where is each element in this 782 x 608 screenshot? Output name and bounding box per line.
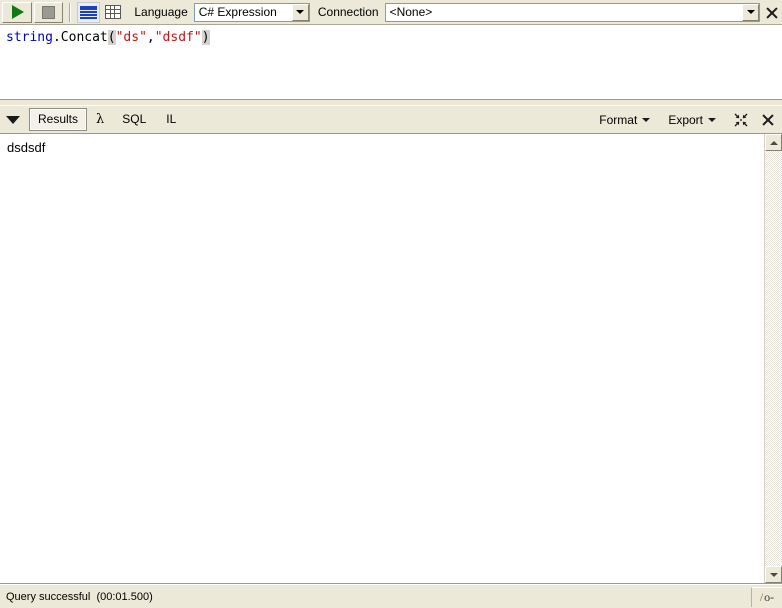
status-message: Query successful (00:01.500) [6,590,153,603]
play-icon [11,5,24,19]
close-results-button[interactable] [756,109,778,131]
code-editor[interactable]: string.Concat("ds","dsdf") [0,25,782,99]
code-string-1: "ds" [115,30,147,45]
chevron-down-icon [708,117,716,122]
code-keyword: string [6,30,53,45]
code-member: .Concat [52,30,108,45]
chevron-down-icon [642,117,651,122]
tab-sql[interactable]: SQL [114,109,154,130]
window-resize-grip[interactable]: / o- [751,587,782,607]
tab-results[interactable]: Results [30,109,87,130]
export-menu-button[interactable]: Export [662,110,722,130]
results-panel: dsdsdf [0,133,782,584]
results-output-area[interactable]: dsdsdf [0,134,764,583]
grip-label: o- [764,590,775,604]
code-string-2: "dsdf" [154,30,202,45]
collapse-triangle-icon[interactable] [6,115,20,124]
connection-dropdown[interactable]: <None> [384,2,761,22]
result-value: dsdsdf [7,140,46,155]
toolbar-separator [69,2,72,22]
export-label: Export [668,112,703,127]
grid-view-icon [105,5,122,19]
code-line: string.Concat("ds","dsdf") [6,30,782,46]
text-view-button[interactable] [77,1,100,23]
language-label: Language [134,5,188,19]
format-menu-button[interactable]: Format [593,110,656,130]
stop-icon [41,5,55,19]
text-view-icon [79,5,97,20]
shrink-arrows-icon [734,113,748,126]
results-toolbar: Results λ SQL IL Format Export [0,106,782,133]
grid-view-button[interactable] [102,2,125,23]
stop-query-button[interactable] [33,1,64,23]
code-open-paren: ( [107,30,116,45]
language-dropdown[interactable]: C# Expression [193,2,310,22]
close-query-button[interactable] [760,1,782,23]
arrow-down-icon [769,572,778,577]
format-label: Format [599,112,638,127]
status-bar: Query successful (00:01.500) / o- [0,584,782,608]
code-close-paren: ) [201,30,210,45]
scroll-down-button[interactable] [765,566,782,583]
language-value: C# Expression [198,5,277,19]
panel-splitter[interactable] [0,99,782,106]
run-query-button[interactable] [2,1,32,23]
results-vertical-scrollbar[interactable] [764,134,782,583]
tab-lambda[interactable]: λ [90,109,110,131]
arrow-up-icon [769,140,778,145]
scroll-up-button[interactable] [765,134,782,151]
main-toolbar: Language C# Expression Connection <None> [0,0,782,25]
linqpad-window: Language C# Expression Connection <None>… [0,0,782,608]
grip-icon: / [759,590,764,604]
scrollbar-track[interactable] [765,151,782,566]
close-icon [765,6,778,19]
tab-il[interactable]: IL [158,109,184,130]
chevron-down-icon[interactable] [291,3,309,21]
connection-value: <None> [389,5,433,19]
chevron-down-icon[interactable] [742,3,760,21]
code-comma: , [146,30,155,45]
close-icon [761,113,774,126]
shrink-arrows-button[interactable] [732,111,750,129]
connection-label: Connection [317,5,379,19]
